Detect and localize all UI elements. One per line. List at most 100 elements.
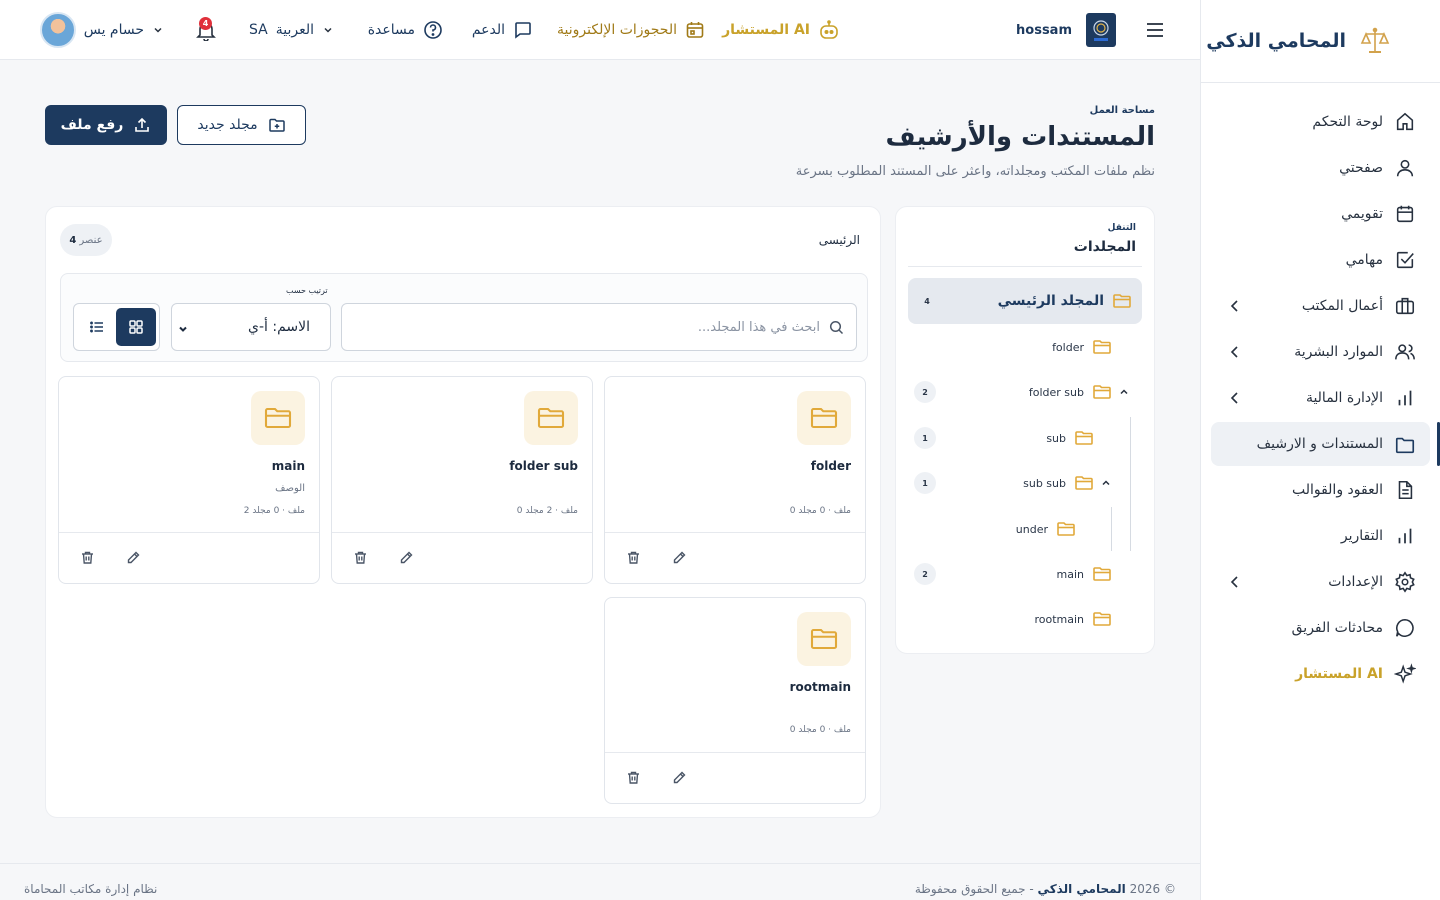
- folder-card-meta: 2 ملف · 0 مجلد: [243, 506, 305, 516]
- folder-card-actions: [605, 752, 865, 803]
- user-menu[interactable]: حسام يس: [39, 0, 164, 60]
- language-code: SA: [249, 22, 268, 38]
- topbar-bookings-link[interactable]: الحجوزات الإلكترونية: [557, 0, 705, 60]
- tree-node-under[interactable]: under: [1016, 518, 1076, 540]
- sidebar-item-contracts[interactable]: العقود والقوالب: [1201, 467, 1440, 513]
- chevron-up-icon[interactable]: [1118, 386, 1130, 398]
- folder-content-panel: الرئيسى 4 عنصر ترتيب حسب الاسم: أ-ي fold…: [45, 206, 881, 818]
- current-folder-title: الرئيسى: [818, 233, 860, 247]
- folder-icon: [1395, 437, 1415, 454]
- folder-card-meta: 0 ملف · 0 مجلد: [789, 506, 851, 516]
- sidebar-item-label: المستندات و الارشيف: [1256, 436, 1383, 452]
- sidebar-item-team-chat[interactable]: محادثات الفريق: [1201, 605, 1440, 651]
- view-toggle: [73, 303, 160, 351]
- tree-node-sub-sub[interactable]: sub sub: [1023, 472, 1094, 494]
- trash-icon[interactable]: [626, 550, 641, 565]
- menu-toggle-button[interactable]: [1144, 0, 1166, 60]
- sidebar-item-finance[interactable]: الإدارة المالية: [1201, 375, 1440, 421]
- tree-node-sub[interactable]: sub: [1046, 427, 1094, 449]
- new-folder-button[interactable]: مجلد جديد: [177, 105, 306, 145]
- chevron-down-icon: [154, 27, 162, 33]
- tree-root-count: 4: [916, 290, 938, 312]
- tree-node-label: main: [1056, 567, 1084, 581]
- tree-node-label: sub: [1046, 431, 1066, 445]
- folder-card[interactable]: main الوصف 2 ملف · 0 مجلد: [58, 376, 320, 584]
- grid-view-button[interactable]: [116, 308, 156, 346]
- chevron-up-icon[interactable]: [1100, 477, 1112, 489]
- pencil-icon[interactable]: [672, 770, 687, 785]
- tree-node-folder[interactable]: folder: [1052, 336, 1112, 358]
- avatar: [39, 12, 76, 48]
- chevron-left-icon: [1230, 576, 1238, 588]
- search-input[interactable]: [342, 319, 820, 335]
- folder-card[interactable]: folder 0 ملف · 0 مجلد: [604, 376, 866, 584]
- calendar-icon: [1396, 205, 1414, 223]
- brand[interactable]: المحامي الذكي: [1201, 0, 1440, 83]
- notifications-button[interactable]: [195, 0, 217, 60]
- folder-icon: [1057, 522, 1075, 536]
- folder-icon: [1113, 294, 1131, 308]
- topbar-ai-advisor-link[interactable]: المستشار AI: [722, 0, 840, 60]
- trash-icon[interactable]: [353, 550, 368, 565]
- search-box: [341, 303, 857, 351]
- item-count-unit: عنصر: [79, 234, 103, 246]
- list-view-button[interactable]: [77, 308, 117, 346]
- tree-node-rootmain[interactable]: rootmain: [1034, 608, 1112, 630]
- language-selector[interactable]: SA العربية: [249, 0, 334, 60]
- sidebar-nav: لوحة التحكم صفحتي تقويمي مهامي أعمال الم…: [1201, 83, 1440, 697]
- topbar-help-link[interactable]: مساعدة: [368, 0, 443, 60]
- tree-node-count: 1: [914, 472, 936, 494]
- sidebar-item-label: الإعدادات: [1328, 574, 1383, 590]
- trash-icon[interactable]: [80, 550, 95, 565]
- home-icon: [1396, 112, 1414, 131]
- help-label: مساعدة: [367, 22, 415, 38]
- sidebar-item-ai-advisor[interactable]: المستشار AI: [1201, 651, 1440, 697]
- sidebar-item-label: صفحتي: [1339, 160, 1383, 176]
- sidebar-item-tasks[interactable]: مهامي: [1201, 237, 1440, 283]
- page-title: المستندات والأرشيف: [885, 122, 1155, 152]
- chevron-left-icon: [1230, 392, 1238, 404]
- sidebar-item-documents[interactable]: المستندات و الارشيف: [1211, 422, 1440, 466]
- folder-card[interactable]: rootmain 0 ملف · 0 مجلد: [604, 597, 866, 804]
- topbar-support-link[interactable]: الدعم: [472, 0, 533, 60]
- sidebar-item-office-work[interactable]: أعمال المكتب: [1201, 283, 1440, 329]
- pencil-icon[interactable]: [126, 550, 141, 565]
- folder-icon: [1075, 431, 1093, 445]
- folder-card-actions: [59, 532, 319, 583]
- sidebar-item-dashboard[interactable]: لوحة التحكم: [1201, 99, 1440, 145]
- folder-icon: [1093, 612, 1111, 626]
- folder-card-name: folder sub: [509, 459, 578, 473]
- copyright-brand: المحامي الذكي: [1037, 882, 1126, 896]
- trash-icon[interactable]: [626, 770, 641, 785]
- content-toolbar: ترتيب حسب الاسم: أ-ي: [60, 273, 868, 362]
- office-logo[interactable]: [1086, 0, 1116, 60]
- chevron-down-icon: [324, 27, 332, 33]
- shield-logo-icon: [1086, 13, 1116, 47]
- sidebar-item-my-page[interactable]: صفحتي: [1201, 145, 1440, 191]
- sort-select[interactable]: الاسم: أ-ي: [171, 303, 331, 351]
- tree-node-main[interactable]: main: [1057, 563, 1112, 585]
- sidebar-item-reports[interactable]: التقارير: [1201, 513, 1440, 559]
- tree-node-label: rootmain: [1034, 612, 1084, 626]
- username-label[interactable]: hossam: [1016, 0, 1072, 60]
- tree-node-label: under: [1015, 522, 1048, 536]
- tree-node-label: folder sub: [1028, 385, 1084, 399]
- tree-root-label: المجلد الرئيسي: [997, 293, 1104, 309]
- folder-icon: [1093, 567, 1111, 581]
- scales-icon: [1360, 27, 1390, 53]
- upload-file-button[interactable]: رفع ملف: [45, 105, 167, 145]
- folder-card[interactable]: folder sub 0 ملف · 2 مجلد: [331, 376, 593, 584]
- tree-root-folder[interactable]: المجلد الرئيسي 4: [908, 278, 1142, 324]
- sidebar-item-settings[interactable]: الإعدادات: [1201, 559, 1440, 605]
- pencil-icon[interactable]: [672, 550, 687, 565]
- sidebar-item-calendar[interactable]: تقويمي: [1201, 191, 1440, 237]
- briefcase-icon: [1395, 297, 1415, 315]
- page-subtitle: نظم ملفات المكتب ومجلداته، واعثر على الم…: [795, 164, 1155, 179]
- tree-node-folder-sub[interactable]: folder sub: [1029, 381, 1112, 403]
- folder-icon: [524, 391, 578, 445]
- sidebar-item-label: لوحة التحكم: [1312, 114, 1383, 130]
- sidebar-item-hr[interactable]: الموارد البشرية: [1201, 329, 1440, 375]
- chevron-down-icon: [179, 326, 187, 332]
- new-folder-label: مجلد جديد: [197, 117, 258, 133]
- pencil-icon[interactable]: [399, 550, 414, 565]
